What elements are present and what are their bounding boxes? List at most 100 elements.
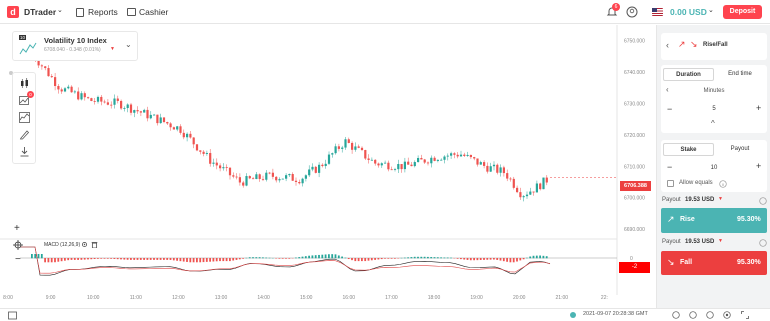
candle-body: [377, 163, 380, 166]
reports-link[interactable]: Reports: [88, 0, 118, 24]
x-tick-label: 9:00: [46, 295, 56, 301]
x-tick-label: 15:00: [300, 295, 313, 301]
macd-bar: [384, 258, 386, 259]
candle-body: [453, 153, 456, 155]
macd-bar: [407, 257, 409, 259]
candle-body: [294, 180, 298, 182]
zoom-in-button[interactable]: +: [14, 223, 20, 234]
candle-body: [281, 178, 284, 180]
macd-bar: [265, 257, 268, 259]
candle-body: [261, 178, 265, 180]
macd-bar: [156, 258, 159, 260]
macd-bar: [440, 257, 442, 259]
responsible-trading-icon[interactable]: [706, 311, 714, 319]
candle-body: [139, 111, 142, 113]
macd-bar: [54, 258, 56, 263]
candle-body: [195, 144, 199, 151]
macd-bar: [163, 258, 165, 260]
candle-body: [245, 176, 248, 186]
macd-bar: [417, 256, 419, 259]
duration-unit[interactable]: Minutes: [661, 88, 767, 94]
candle-body: [410, 164, 413, 167]
allow-equals-checkbox[interactable]: [667, 180, 674, 187]
deposit-button[interactable]: Deposit: [723, 5, 762, 19]
macd-bar: [539, 255, 541, 259]
fullscreen-icon[interactable]: [741, 311, 749, 319]
macd-delete-icon[interactable]: [91, 241, 98, 248]
cashier-icon[interactable]: [127, 8, 136, 16]
chevron-up-icon[interactable]: ^: [711, 119, 715, 128]
info-icon[interactable]: [719, 180, 727, 188]
chevron-down-icon[interactable]: ⌄: [125, 40, 132, 49]
us-flag-icon[interactable]: [652, 8, 663, 16]
tab-stake[interactable]: Stake: [663, 143, 714, 156]
deriv-logo-icon[interactable]: d: [7, 6, 19, 18]
candle-body: [380, 163, 383, 166]
zoom-out-button[interactable]: −: [15, 254, 21, 265]
candle-body: [535, 183, 538, 193]
candle-body: [466, 154, 469, 156]
macd-bar: [321, 254, 324, 259]
candle-body: [473, 157, 476, 159]
market-name: Volatility 10 Index: [44, 36, 107, 45]
tab-duration[interactable]: Duration: [663, 68, 714, 81]
fall-arrow-icon: ↘: [690, 39, 698, 49]
chevron-left-icon[interactable]: ‹: [666, 40, 669, 50]
macd-bar: [31, 254, 33, 259]
help-icon[interactable]: [672, 311, 680, 319]
macd-bar: [222, 258, 225, 262]
candle-type-icon[interactable]: [19, 78, 30, 89]
rise-purchase-button[interactable]: ↗ Rise 95.30%: [661, 208, 767, 233]
contract-type-selector[interactable]: ‹ ↗ ↘ Rise/Fall: [661, 33, 767, 60]
stake-input[interactable]: 10: [661, 165, 767, 171]
app-title[interactable]: DTrader: [24, 0, 56, 24]
candle-body: [308, 169, 311, 176]
macd-settings-icon[interactable]: [81, 241, 88, 248]
account-settings-icon[interactable]: [626, 6, 638, 18]
settings-icon[interactable]: [723, 311, 731, 319]
connection-status-icon: [570, 312, 576, 318]
candle-body: [159, 117, 162, 124]
increment-stake-button[interactable]: +: [756, 161, 761, 171]
tab-payout[interactable]: Payout: [715, 143, 765, 156]
tab-end-time[interactable]: End time: [715, 68, 765, 81]
candle-body: [545, 177, 548, 183]
increment-duration-button[interactable]: +: [756, 103, 761, 113]
market-selector[interactable]: 10 Volatility 10 Index 6708.040 - 0.348 …: [12, 31, 138, 61]
macd-bar: [166, 258, 169, 260]
candle-body: [436, 159, 439, 161]
candle-body: [100, 96, 103, 102]
drawing-tools-icon[interactable]: [19, 129, 30, 140]
fall-purchase-button[interactable]: ↘ Fall 95.30%: [661, 251, 767, 275]
chat-icon[interactable]: [689, 311, 697, 319]
chevron-down-icon[interactable]: ⌄: [57, 6, 63, 14]
market-badge: 10: [19, 35, 27, 40]
candle-body: [96, 96, 100, 102]
macd-bar: [502, 258, 505, 262]
macd-bar: [215, 258, 218, 262]
candle-body: [199, 150, 202, 152]
crosshair-icon[interactable]: [13, 240, 23, 250]
info-icon[interactable]: [759, 239, 767, 247]
candle-body: [400, 164, 403, 170]
duration-input[interactable]: 5: [661, 106, 767, 112]
candle-body: [489, 166, 492, 172]
price-chart[interactable]: 6750.000 6740.000 6730.000 6720.000 6710.000…: [0, 25, 655, 308]
macd-bar: [469, 258, 472, 261]
macd-bar: [179, 258, 182, 262]
info-icon[interactable]: [759, 197, 767, 205]
comparison-icon[interactable]: [19, 112, 30, 123]
macd-bar: [436, 257, 439, 259]
macd-bar: [489, 258, 492, 260]
account-balance[interactable]: 0.00 USD: [670, 0, 707, 24]
chevron-down-icon[interactable]: ⌄: [708, 6, 714, 14]
reports-icon[interactable]: [76, 8, 84, 17]
positions-icon[interactable]: [8, 311, 17, 320]
macd-bar: [288, 258, 291, 259]
x-tick-label: 14:00: [257, 295, 270, 301]
download-icon[interactable]: [19, 146, 30, 157]
macd-bar: [242, 258, 244, 259]
chart-area[interactable]: 6750.000 6740.000 6730.000 6720.000 6710.000…: [0, 25, 655, 308]
cashier-link[interactable]: Cashier: [139, 0, 168, 24]
candle-body: [156, 114, 159, 124]
